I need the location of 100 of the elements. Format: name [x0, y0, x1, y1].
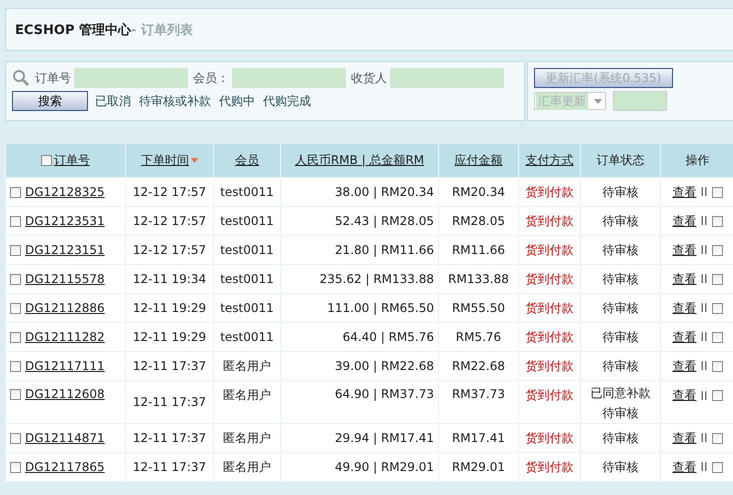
table-cell: 64.90 | RM37.73 [334, 387, 434, 401]
checkbox[interactable] [712, 244, 723, 256]
table-cell: 待审核 [602, 272, 638, 286]
checkbox[interactable] [712, 332, 723, 342]
checkbox[interactable] [712, 216, 723, 226]
table-cell: 已同意补款 [590, 386, 650, 400]
checkbox[interactable] [712, 462, 723, 472]
table-cell: RM133.88 [448, 272, 509, 286]
input-field[interactable] [390, 68, 504, 88]
checkbox[interactable] [10, 462, 21, 472]
checkbox[interactable] [712, 390, 723, 401]
table-cell: 待审核 [602, 406, 638, 420]
checkbox[interactable] [712, 274, 723, 284]
table-cell: RM22.68 [452, 359, 506, 373]
input-field[interactable] [74, 68, 188, 88]
table-cell: 12-12 17:57 [132, 243, 206, 257]
table-cell: 21.80 | RM11.66 [334, 243, 434, 257]
table-cell: test0011 [220, 243, 274, 257]
table-cell: 29.94 | RM17.41 [334, 431, 434, 445]
view-link[interactable]: 查看 [672, 270, 696, 288]
checkbox[interactable] [10, 216, 21, 226]
view-link[interactable]: 查看 [672, 242, 696, 258]
table-cell: 匿名用户 [223, 430, 271, 444]
separator: II [700, 460, 708, 474]
input-field[interactable] [232, 68, 346, 88]
separator: II [700, 272, 708, 286]
field-label: 会员： [193, 70, 229, 86]
checkbox[interactable] [712, 186, 723, 198]
table-cell: 12-11 19:29 [132, 301, 206, 315]
table-cell: test0011 [220, 301, 274, 315]
table-cell: RM28.05 [452, 214, 506, 228]
column-header: 操作 [686, 152, 710, 169]
checkbox[interactable] [10, 388, 21, 400]
table-cell: 货到付款 [526, 388, 574, 402]
table-cell: 货到付款 [526, 358, 574, 372]
table-cell: 待审核 [602, 301, 638, 315]
table-cell: RM37.73 [452, 387, 506, 401]
table-cell: 货到付款 [526, 330, 574, 344]
view-link[interactable]: 查看 [672, 328, 696, 346]
checkbox[interactable] [10, 432, 21, 444]
table-cell: 12-12 17:57 [132, 214, 206, 228]
table-cell: RM29.01 [452, 460, 506, 474]
filter-link[interactable]: 待审核或补款 [139, 92, 211, 110]
checkbox[interactable] [10, 244, 21, 256]
field-label: 收货人 [351, 70, 387, 86]
caret-icon [594, 98, 602, 104]
table-cell: 待审核 [602, 243, 638, 257]
table-cell: 待审核 [602, 185, 638, 199]
view-link[interactable]: 查看 [672, 212, 696, 230]
table-cell: RM55.50 [452, 301, 506, 315]
checkbox[interactable] [712, 360, 723, 372]
table-cell: 匿名用户 [223, 388, 271, 402]
checkbox[interactable] [712, 432, 723, 444]
separator: II [700, 330, 708, 344]
table-cell: 12-12 17:57 [132, 185, 206, 199]
table-cell: 12-11 17:37 [132, 460, 206, 474]
checkbox[interactable] [40, 155, 52, 166]
separator: II [700, 214, 708, 228]
filter-link[interactable]: 代购完成 [263, 92, 311, 110]
input-field[interactable] [613, 91, 667, 111]
view-link[interactable]: 查看 [672, 387, 696, 404]
checkbox[interactable] [10, 186, 21, 198]
checkbox[interactable] [10, 274, 21, 284]
filter-link[interactable]: 已取消 [95, 92, 131, 110]
app-title: ECSHOP 管理中心 [15, 22, 132, 38]
search-icon [12, 69, 30, 87]
table-cell: 12-11 17:37 [132, 395, 206, 409]
table-cell: 货到付款 [526, 184, 574, 198]
column-header[interactable]: 订单号 [54, 152, 90, 169]
table-cell: 39.00 | RM22.68 [334, 359, 434, 373]
table-cell: 货到付款 [526, 214, 574, 228]
checkbox[interactable] [10, 302, 21, 314]
view-link[interactable]: 查看 [672, 458, 696, 476]
table-cell: 待审核 [602, 359, 638, 373]
separator: II [700, 301, 708, 315]
table-cell: RM20.34 [452, 185, 506, 199]
table-cell: RM11.66 [452, 243, 506, 257]
table-cell: 52.43 | RM28.05 [334, 214, 434, 228]
table-cell: 货到付款 [526, 300, 574, 314]
separator: II [700, 359, 708, 373]
table-cell: test0011 [220, 330, 274, 344]
table-cell: 待审核 [602, 460, 638, 474]
table-cell: 64.40 | RM5.76 [342, 330, 434, 344]
search-button[interactable]: 搜索 [12, 91, 88, 111]
table-cell: RM17.41 [452, 431, 506, 445]
table-cell: 12-11 19:29 [132, 330, 206, 344]
view-link[interactable]: 查看 [672, 300, 696, 316]
view-link[interactable]: 查看 [672, 430, 696, 446]
view-link[interactable]: 查看 [672, 358, 696, 374]
checkbox[interactable] [10, 360, 21, 372]
checkbox[interactable] [10, 332, 21, 342]
table-cell: 38.00 | RM20.34 [334, 185, 434, 199]
checkbox[interactable] [712, 302, 723, 314]
view-link[interactable]: 查看 [672, 184, 696, 200]
table-cell: 匿名用户 [223, 460, 271, 474]
table-cell: 12-11 17:37 [132, 431, 206, 445]
column-header[interactable]: 会员 [235, 152, 259, 169]
separator: II [700, 431, 708, 445]
table-cell: test0011 [220, 272, 274, 286]
filter-link[interactable]: 代购中 [219, 92, 255, 110]
